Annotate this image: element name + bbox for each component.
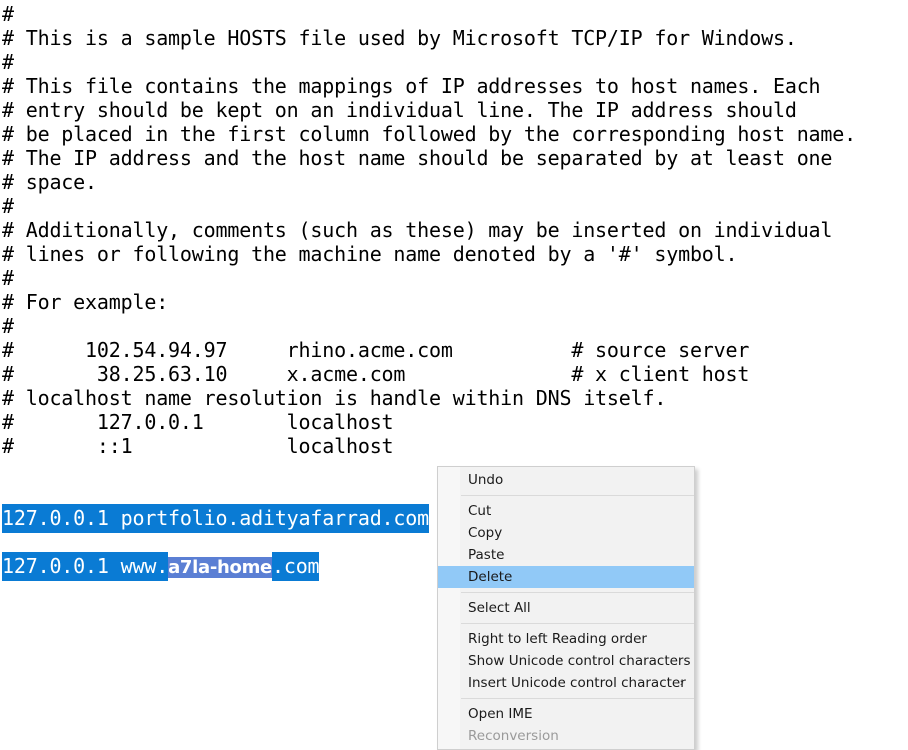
- menu-item-label: Right to left Reading order: [468, 631, 647, 647]
- menu-item-paste[interactable]: Paste: [438, 544, 694, 566]
- menu-item-label: Show Unicode control characters: [468, 653, 691, 669]
- menu-item-label: Cut: [468, 503, 492, 519]
- menu-separator: [461, 698, 694, 699]
- chevron-right-icon: ›: [679, 676, 684, 689]
- context-menu[interactable]: Undo Cut Copy Paste Delete Select All Right to…: [437, 466, 695, 750]
- editor-line: # localhost name resolution is handle wi…: [2, 386, 667, 410]
- hosts-entry-suffix[interactable]: .com: [271, 552, 320, 581]
- editor-line: # For example:: [2, 290, 169, 314]
- menu-item-label: Undo: [468, 472, 504, 488]
- editor-line: # ::1 localhost: [2, 434, 394, 458]
- editor-line: # The IP address and the host name shoul…: [2, 146, 833, 170]
- editor-line: # 38.25.63.10 x.acme.com # x client host: [2, 362, 750, 386]
- editor-line: #: [2, 266, 14, 290]
- menu-item-right-to-left-reading-order[interactable]: Right to left Reading order: [438, 628, 694, 650]
- editor-line: # lines or following the machine name de…: [2, 242, 738, 266]
- menu-item-copy[interactable]: Copy: [438, 522, 694, 544]
- menu-separator: [461, 592, 694, 593]
- editor-line: #: [2, 2, 14, 26]
- menu-item-list[interactable]: Undo Cut Copy Paste Delete Select All Right to…: [438, 469, 694, 747]
- menu-item-label: Select All: [468, 600, 531, 616]
- menu-item-undo[interactable]: Undo: [438, 469, 694, 491]
- editor-line: #: [2, 50, 14, 74]
- hosts-entry-text[interactable]: 127.0.0.1 portfolio.adityafarrad.com: [2, 504, 429, 533]
- editor-line: # be placed in the first column followed…: [2, 122, 856, 146]
- menu-item-insert-unicode-control-character[interactable]: Insert Unicode control character ›: [438, 672, 694, 694]
- menu-item-select-all[interactable]: Select All: [438, 597, 694, 619]
- editor-line: #: [2, 314, 14, 338]
- editor-line: # 127.0.0.1 localhost: [2, 410, 394, 434]
- menu-item-label: Reconversion: [468, 728, 559, 744]
- menu-item-label: Delete: [468, 569, 513, 585]
- menu-item-reconversion: Reconversion: [438, 725, 694, 747]
- editor-line: # Additionally, comments (such as these)…: [2, 218, 833, 242]
- menu-item-label: Open IME: [468, 706, 533, 722]
- menu-separator: [461, 623, 694, 624]
- menu-item-label: Paste: [468, 547, 505, 563]
- menu-item-delete[interactable]: Delete: [438, 566, 694, 588]
- menu-item-cut[interactable]: Cut: [438, 500, 694, 522]
- editor-line: # entry should be kept on an individual …: [2, 98, 797, 122]
- menu-item-show-unicode-control-characters[interactable]: Show Unicode control characters: [438, 650, 694, 672]
- menu-item-label: Insert Unicode control character: [468, 675, 686, 691]
- editor-line: # space.: [2, 170, 97, 194]
- editor-line: # This is a sample HOSTS file used by Mi…: [2, 26, 797, 50]
- hosts-file-comment-block: # # This is a sample HOSTS file used by M…: [2, 2, 908, 506]
- editor-line: #: [2, 194, 14, 218]
- hosts-entry-emphasis[interactable]: a7la-home: [168, 557, 272, 578]
- menu-item-open-ime[interactable]: Open IME: [438, 703, 694, 725]
- menu-item-label: Copy: [468, 525, 503, 541]
- editor-line: # This file contains the mappings of IP …: [2, 74, 821, 98]
- editor-line: # 102.54.94.97 rhino.acme.com # source s…: [2, 338, 750, 362]
- menu-separator: [461, 495, 694, 496]
- hosts-entry-text[interactable]: 127.0.0.1 www.: [2, 552, 168, 581]
